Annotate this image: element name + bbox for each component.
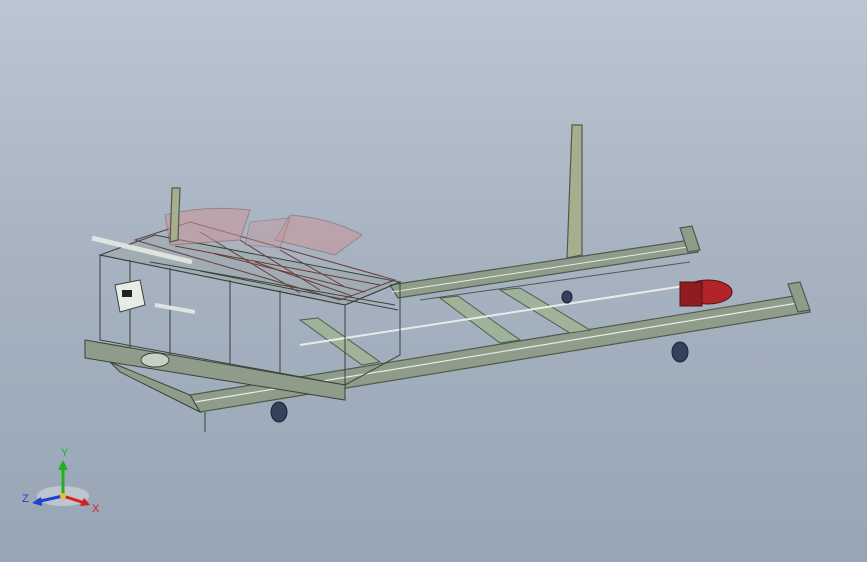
y-axis-head: [58, 460, 68, 470]
back-rail: [389, 225, 701, 299]
z-axis-head: [32, 497, 42, 506]
y-axis-label: Y: [61, 447, 69, 459]
orientation-triad[interactable]: X Y Z: [18, 440, 108, 520]
conveyor-frame-model[interactable]: [0, 0, 867, 562]
small-motor: [140, 352, 170, 368]
drive-motor: [679, 279, 733, 307]
z-axis-label: Z: [22, 493, 29, 505]
control-box: [114, 279, 146, 313]
x-axis-label: X: [92, 503, 100, 515]
cad-viewport[interactable]: X Y Z: [0, 0, 867, 562]
triad-origin: [60, 493, 66, 499]
